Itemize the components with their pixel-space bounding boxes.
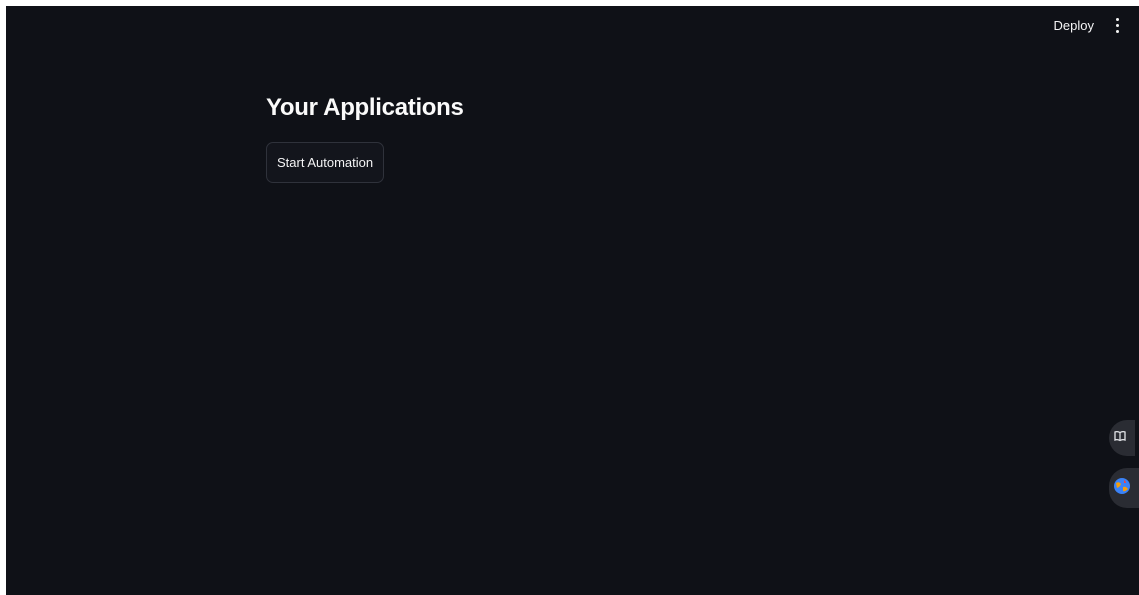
book-button[interactable] <box>1109 420 1135 456</box>
main-content: Your Applications Start Automation <box>266 94 464 183</box>
floating-dock <box>1109 420 1139 508</box>
app-window: Deploy Your Applications Start Automatio… <box>6 6 1139 595</box>
deploy-button[interactable]: Deploy <box>1048 14 1100 37</box>
start-automation-button[interactable]: Start Automation <box>266 142 385 183</box>
page-title: Your Applications <box>266 94 464 121</box>
book-icon <box>1113 429 1127 448</box>
globe-button[interactable] <box>1109 468 1139 508</box>
top-toolbar: Deploy <box>1048 6 1139 44</box>
kebab-menu-icon[interactable] <box>1110 14 1125 37</box>
globe-icon <box>1113 477 1131 500</box>
